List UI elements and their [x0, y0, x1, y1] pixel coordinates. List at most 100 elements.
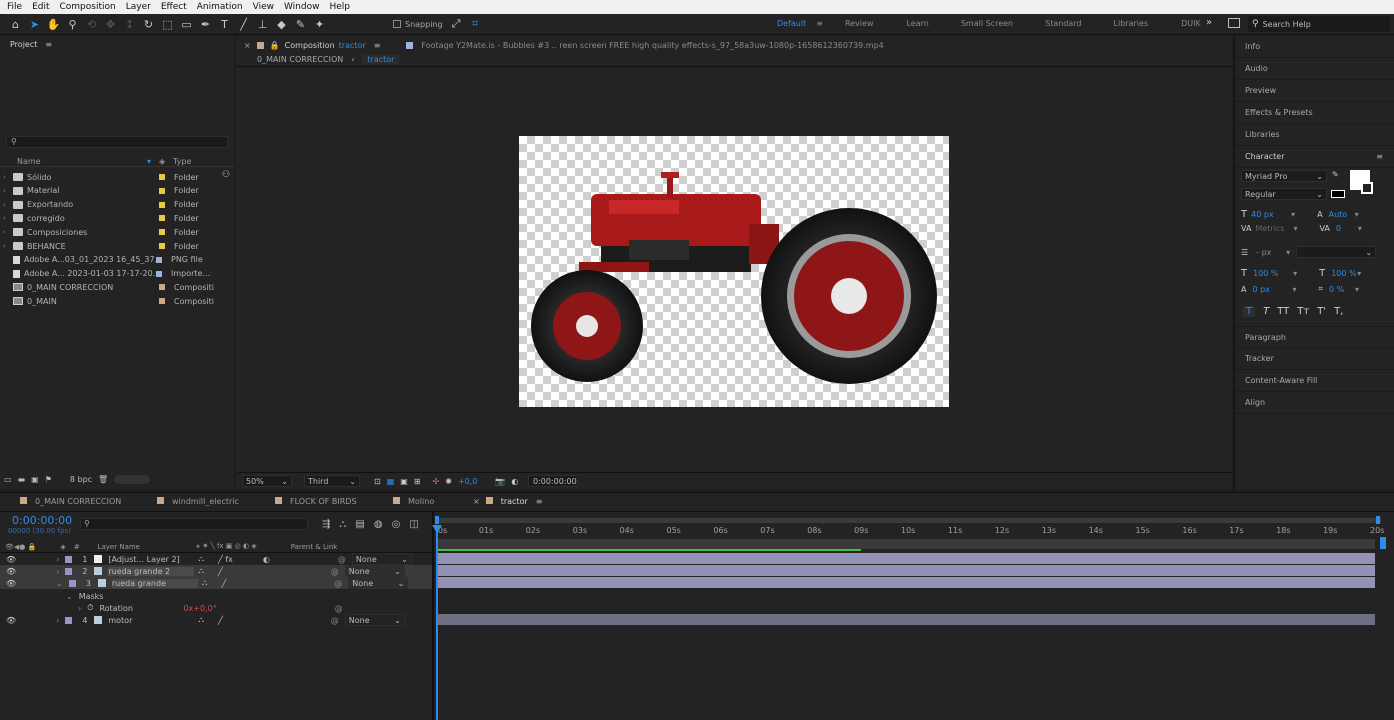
workspace-standard[interactable]: Standard — [1045, 19, 1081, 28]
all-caps-button[interactable]: TT — [1277, 306, 1289, 317]
adjustment-layer-bar[interactable] — [437, 539, 1375, 549]
draft-3d-icon[interactable]: ⛬ — [339, 519, 346, 530]
quality-switch-icon[interactable]: ╱ — [221, 579, 226, 588]
rectangle-tool-icon[interactable]: ▭ — [177, 15, 196, 34]
workspace-review[interactable]: Review — [845, 19, 874, 28]
selection-tool-icon[interactable]: ➤ — [25, 15, 44, 34]
layer-name[interactable]: rueda grande 2 — [108, 566, 195, 576]
resolution-dropdown[interactable]: Third ⌄ — [304, 475, 360, 487]
workspace-small-screen[interactable]: Small Screen — [961, 19, 1013, 28]
column-layer-name[interactable]: Layer Name — [98, 543, 140, 551]
work-area-end-handle[interactable] — [1376, 516, 1380, 524]
layer-label-swatch[interactable] — [65, 567, 73, 575]
menu-help[interactable]: Help — [329, 2, 350, 12]
timeline-scroll-handle[interactable] — [1380, 537, 1386, 549]
project-item-label-swatch[interactable] — [159, 243, 165, 249]
expand-arrow-icon[interactable]: › — [3, 228, 11, 236]
new-comp-icon[interactable]: ▣ — [31, 475, 39, 484]
expand-arrow-icon[interactable]: › — [56, 555, 59, 564]
project-item[interactable]: › corregido Folder — [0, 211, 234, 225]
composition-tab-name[interactable]: tractor — [339, 41, 366, 50]
layer-label-swatch[interactable] — [65, 616, 73, 624]
rotation-property-row[interactable]: › ⏱ Rotation 0x+0,0° @ — [0, 602, 432, 614]
timeline-tab[interactable]: FLOCK OF BIRDS — [275, 497, 357, 506]
timeline-search-input[interactable]: ⚲ — [80, 518, 308, 530]
vertical-scale-value[interactable]: 100 % — [1253, 269, 1293, 278]
visibility-eye-icon[interactable]: 👁 — [6, 616, 16, 625]
snap-grid-icon[interactable]: ⌗ — [466, 15, 485, 34]
workspace-learn[interactable]: Learn — [906, 19, 928, 28]
faux-italic-button[interactable]: T — [1263, 306, 1269, 317]
panel-layout-icon[interactable] — [1228, 18, 1240, 28]
snapping-toggle[interactable]: Snapping — [393, 20, 443, 29]
parent-dropdown[interactable]: None ⌄ — [348, 577, 409, 589]
project-item[interactable]: Adobe A...03_01_2023 16_45_37.png PNG fil… — [0, 253, 234, 267]
layer-row[interactable]: 👁 › 1 [Adjust... Layer 2] ⛬ ╱ fx ◐ @ Non… — [0, 553, 432, 565]
menu-effect[interactable]: Effect — [161, 2, 187, 12]
tracking-dropdown-icon[interactable]: ▾ — [1358, 224, 1362, 233]
stroke-width-value[interactable]: - px — [1256, 248, 1286, 257]
font-style-dropdown[interactable]: Regular ⌄ — [1241, 188, 1327, 200]
shy-switch-icon[interactable]: ⛬ — [198, 554, 204, 564]
sort-arrow-icon[interactable]: ▾ — [147, 157, 159, 166]
workspace-menu-icon[interactable]: ≡ — [816, 19, 823, 28]
stopwatch-icon[interactable]: ⏱ — [87, 603, 93, 613]
color-channels-icon[interactable]: ✣ — [433, 477, 440, 486]
layer-3-duration-bar[interactable] — [437, 577, 1375, 588]
panel-menu-icon[interactable]: ≡ — [45, 40, 52, 49]
small-caps-button[interactable]: Tт — [1297, 306, 1309, 317]
expand-arrow-icon[interactable]: › — [56, 567, 59, 576]
project-item-label-swatch[interactable] — [159, 187, 165, 194]
shy-layers-icon[interactable]: ▤ — [355, 519, 364, 530]
eyedropper-icon[interactable]: ✎ — [1332, 170, 1339, 179]
new-folder-icon[interactable]: ▬ — [18, 475, 26, 484]
subscript-button[interactable]: T, — [1334, 306, 1343, 317]
horizontal-scale-value[interactable]: 100 % — [1331, 269, 1357, 278]
transparency-grid-icon[interactable]: ▦ — [387, 477, 395, 486]
timeline-tab[interactable]: windmill_electric — [157, 497, 239, 506]
label-column-icon[interactable]: ◈ — [159, 157, 173, 166]
kerning-value[interactable]: Metrics — [1255, 224, 1293, 233]
search-help-box[interactable]: ⚲ Search Help — [1248, 16, 1390, 32]
font-size-dropdown-icon[interactable]: ▾ — [1291, 210, 1317, 219]
visibility-eye-icon[interactable]: 👁 — [6, 579, 16, 588]
project-search-input[interactable]: ⚲ — [6, 136, 228, 148]
project-item-label-swatch[interactable] — [156, 270, 162, 277]
layer-name[interactable]: motor — [108, 616, 194, 625]
horizontal-scale-dropdown-icon[interactable]: ▾ — [1357, 269, 1361, 278]
layer-name[interactable]: [Adjust... Layer 2] — [108, 555, 194, 564]
leading-dropdown-icon[interactable]: ▾ — [1355, 210, 1359, 219]
faux-bold-button[interactable]: T — [1243, 306, 1256, 317]
tsume-value[interactable]: 0 % — [1329, 285, 1355, 294]
hand-tool-icon[interactable]: ✋ — [44, 15, 63, 34]
breadcrumb-main-correccion[interactable]: 0_MAIN CORRECCION — [257, 55, 343, 64]
expand-arrow-icon[interactable]: › — [3, 173, 11, 181]
bpc-button[interactable]: 8 bpc — [70, 475, 92, 484]
interpret-footage-icon[interactable]: ▭ — [4, 475, 12, 484]
panel-audio[interactable]: Audio — [1235, 58, 1394, 80]
column-name[interactable]: Name — [17, 157, 147, 166]
visibility-eye-icon[interactable]: 👁 — [6, 567, 16, 576]
project-item[interactable]: Adobe A... 2023-01-03 17-17-20.mp4 Import… — [0, 267, 234, 281]
zoom-dropdown[interactable]: 50% ⌄ — [242, 475, 292, 487]
clone-stamp-tool-icon[interactable]: ⊥ — [253, 15, 272, 34]
layer-label-swatch[interactable] — [65, 555, 73, 563]
project-item-label-swatch[interactable] — [159, 298, 165, 305]
show-snapshot-icon[interactable]: ◐ — [511, 477, 518, 486]
frame-blending-icon[interactable]: ◍ — [374, 519, 383, 530]
expand-arrow-icon[interactable]: › — [3, 214, 11, 222]
pan-behind-tool-icon[interactable]: ⬚ — [158, 15, 177, 34]
rotate-tool-icon[interactable]: ↻ — [139, 15, 158, 34]
project-item-label-swatch[interactable] — [159, 201, 165, 208]
menu-file[interactable]: File — [7, 2, 22, 12]
baseline-dropdown-icon[interactable]: ▾ — [1292, 285, 1318, 294]
snapshot-icon[interactable]: 📷 — [495, 477, 505, 486]
layer-name[interactable]: rueda grande — [111, 578, 198, 588]
stroke-style-dropdown[interactable]: ⌄ — [1296, 246, 1377, 258]
exposure-value[interactable]: +0,0 — [458, 477, 477, 486]
workspace-libraries[interactable]: Libraries — [1114, 19, 1149, 28]
project-panel-title[interactable]: Project — [10, 40, 37, 49]
tab-menu-icon[interactable]: ≡ — [536, 497, 543, 506]
viewer-timecode[interactable]: 0:00:00:00 — [528, 475, 579, 487]
adjust-icon[interactable]: ⚑ — [45, 475, 52, 484]
